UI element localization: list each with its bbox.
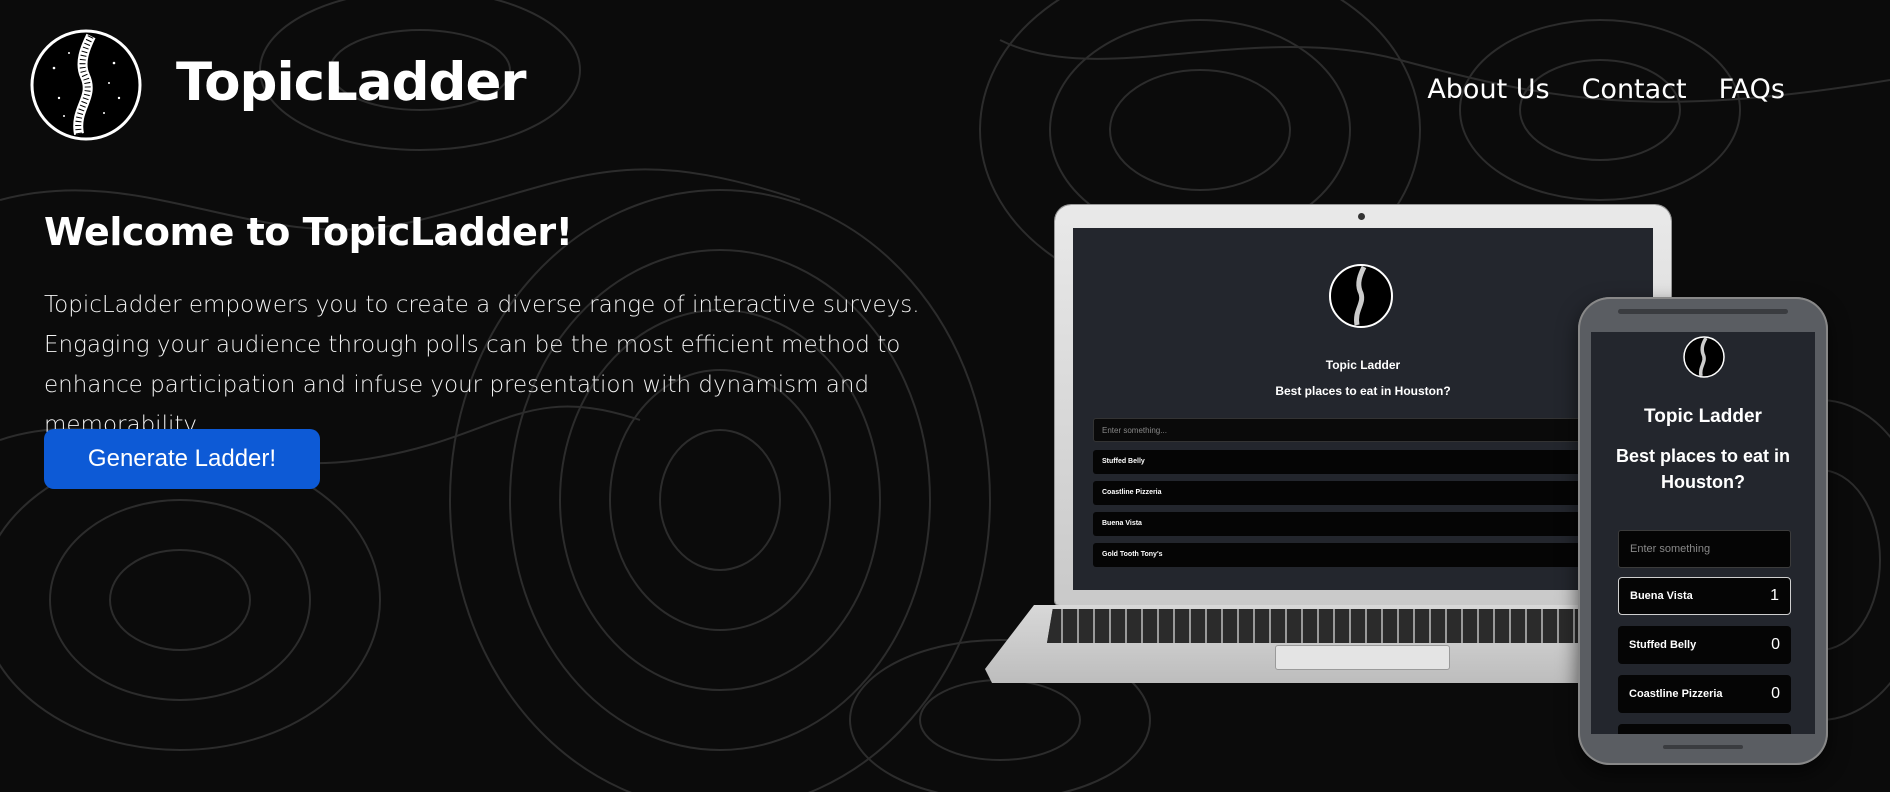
item-name: Coastline Pizzeria [1629,688,1723,700]
phone-list-item: Stuffed Belly 0 [1618,626,1791,664]
laptop-question: Best places to eat in Houston? [1275,384,1451,398]
brand-name: TopicLadder [176,52,527,113]
item-name: Stuffed Belly [1629,639,1697,651]
generate-ladder-button[interactable]: Generate Ladder! [44,429,320,489]
phone-entry-input: Enter something [1618,530,1791,568]
nav-faqs[interactable]: FAQs [1719,74,1785,105]
phone-speaker [1618,309,1788,314]
hero-title: Welcome to TopicLadder! [44,210,573,254]
phone-list-item: Buena Vista 1 [1618,577,1791,615]
phone-home-bar [1663,745,1743,749]
phone-mockup: Topic Ladder Best places to eat in Houst… [1578,297,1828,765]
ladder-logo[interactable] [29,28,143,142]
laptop-list-item: Buena Vista [1093,512,1653,536]
phone-screen: Topic Ladder Best places to eat in Houst… [1591,332,1815,734]
nav-contact[interactable]: Contact [1582,74,1687,105]
laptop-list-item: Stuffed Belly [1093,450,1653,474]
laptop-screen: Topic Ladder Best places to eat in Houst… [1073,228,1653,590]
laptop-keyboard [1047,609,1617,643]
vote-count: 0 [1771,636,1780,653]
nav-about-us[interactable]: About Us [1427,74,1549,105]
laptop-list-item: Gold Tooth Tony's [1093,543,1653,567]
ladder-logo-small [1683,336,1725,378]
laptop-app-title: Topic Ladder [1325,358,1401,372]
phone-list-item: Coastline Pizzeria 0 [1618,675,1791,713]
phone-list-item [1618,724,1791,734]
vote-count: 0 [1771,685,1780,702]
phone-app-title: Topic Ladder [1644,406,1762,427]
item-name: Buena Vista [1630,590,1693,602]
laptop-entry-input: Enter something... [1093,418,1653,442]
laptop-trackpad [1275,645,1450,670]
hero-description: TopicLadder empowers you to create a div… [44,292,920,438]
laptop-list-item: Coastline Pizzeria [1093,481,1653,505]
vote-count: 1 [1770,587,1779,604]
phone-question: Best places to eat in Houston? [1615,446,1791,492]
webcam-icon [1358,213,1365,220]
main-nav: About Us Contact FAQs [1427,74,1785,105]
ladder-logo-small [1329,264,1393,328]
